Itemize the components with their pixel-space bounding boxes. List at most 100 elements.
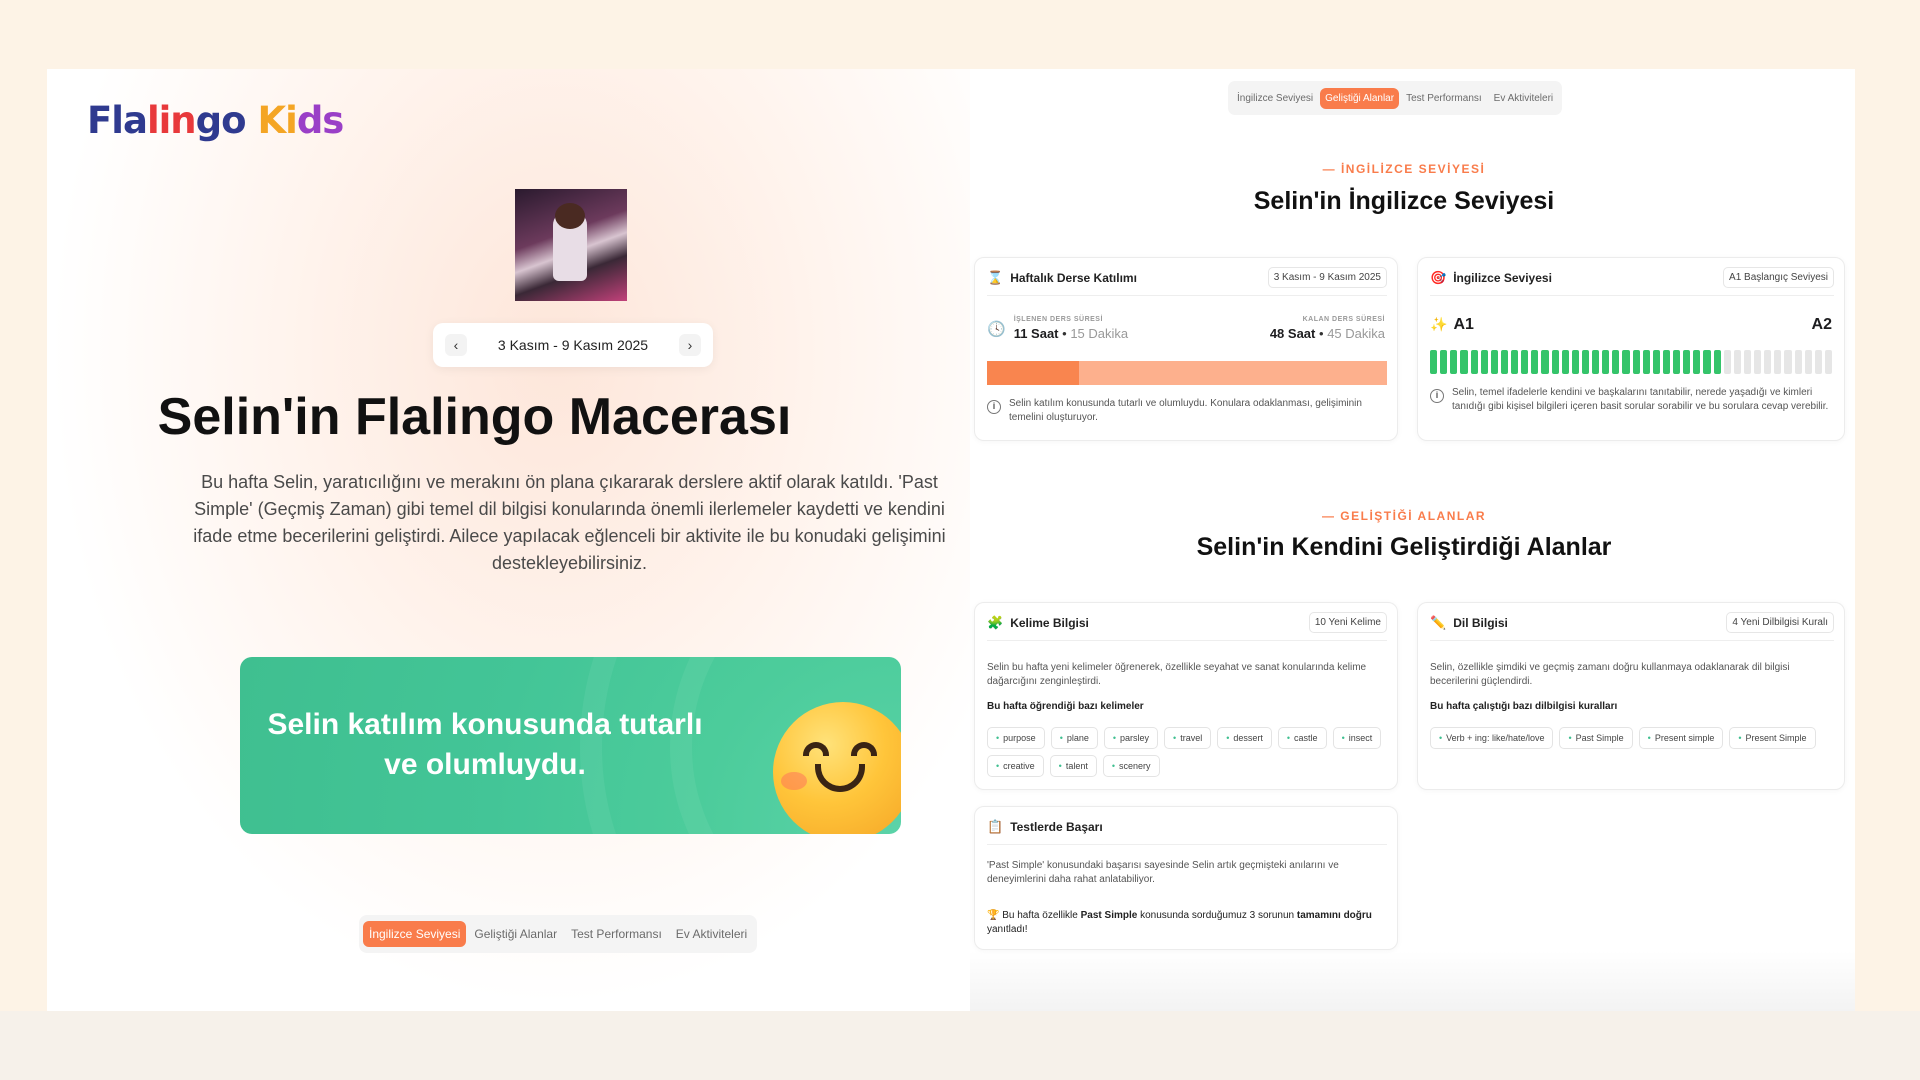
date-range-badge: 3 Kasım - 9 Kasım 2025 <box>1267 267 1387 288</box>
level-segment <box>1733 350 1741 374</box>
level-segment <box>1592 350 1600 374</box>
emoji-cheek <box>781 772 807 790</box>
tab-ingilizce-seviyesi[interactable]: İngilizce Seviyesi <box>363 921 467 947</box>
new-words-badge: 10 Yeni Kelime <box>1308 612 1387 633</box>
info-icon: i <box>1430 389 1444 403</box>
tab-ev-aktiviteleri[interactable]: Ev Aktiviteleri <box>1489 88 1558 109</box>
level-from: ✨ A1 <box>1430 316 1474 333</box>
attendance-progress-bar <box>987 361 1387 385</box>
section-tabs-top: İngilizce Seviyesi Geliştiği Alanlar Tes… <box>1228 81 1563 115</box>
bottom-fade <box>970 951 1855 1011</box>
level-segment <box>1814 350 1822 374</box>
level-segment <box>1632 350 1640 374</box>
remaining-duration: KALAN DERS SÜRESİ 48 Saat • 45 Dakika <box>1269 316 1385 341</box>
level-segment <box>1764 350 1772 374</box>
flalingo-kids-logo[interactable]: Flalingo Kids <box>87 99 344 142</box>
chevron-right-icon[interactable]: › <box>679 334 701 356</box>
vocab-description: Selin bu hafta yeni kelimeler öğrenerek,… <box>987 662 1367 687</box>
level-segment <box>1500 350 1508 374</box>
report-panel: İngilizce Seviyesi Geliştiği Alanlar Tes… <box>970 69 1855 1011</box>
english-level-card: 🎯 İngilizce Seviyesi A1 Başlangıç Seviyes… <box>1417 257 1845 441</box>
level-progress-bar <box>1430 350 1832 374</box>
word-chips: purpose plane parsley travel dessert cas… <box>987 727 1389 777</box>
feedback-banner: Selin katılım konusunda tutarlı ve oluml… <box>240 657 901 834</box>
level-note: i Selin, temel ifadelerle kendini ve baş… <box>1430 386 1832 414</box>
done-duration: 🕓 İŞLENEN DERS SÜRESİ 11 Saat • 15 Dakik… <box>987 316 1129 341</box>
level-segment <box>1460 350 1468 374</box>
card-title: Haftalık Derse Katılımı <box>1010 270 1137 285</box>
level-segment <box>1743 350 1751 374</box>
level-segment <box>1642 350 1650 374</box>
banner-text: Selin katılım konusunda tutarlı ve oluml… <box>267 708 703 781</box>
level-segment <box>1754 350 1762 374</box>
student-photo <box>515 189 627 301</box>
tests-card: 📋 Testlerde Başarı 'Past Simple' konusund… <box>974 806 1398 950</box>
target-icon: 🎯 <box>1430 269 1447 285</box>
level-segment <box>1581 350 1589 374</box>
vocab-sub-label: Bu hafta öğrendiği bazı kelimeler <box>987 701 1144 712</box>
done-hours: 11 Saat <box>1013 326 1059 341</box>
level-segment <box>1430 350 1438 374</box>
level-segment <box>1662 350 1670 374</box>
attendance-note: i Selin katılım konusunda tutarlı ve olu… <box>987 397 1385 425</box>
done-label: İŞLENEN DERS SÜRESİ <box>1013 316 1103 323</box>
level-segment <box>1521 350 1529 374</box>
level-segment <box>1612 350 1620 374</box>
word-chip: talent <box>1049 755 1097 777</box>
level-eyebrow: — İNGİLİZCE SEVİYESİ <box>1322 162 1486 176</box>
chevron-left-icon[interactable]: ‹ <box>445 334 467 356</box>
clipboard-icon: 📋 <box>987 818 1004 834</box>
card-header: 🎯 İngilizce Seviyesi A1 Başlangıç Seviyes… <box>1430 266 1834 296</box>
page-footer-band <box>0 1011 1920 1080</box>
remaining-hours: 48 Saat <box>1269 326 1316 341</box>
clock-icon: 🕓 <box>987 320 1006 338</box>
rule-chip: Present Simple <box>1729 727 1816 749</box>
level-segment <box>1784 350 1792 374</box>
tab-ev-aktiviteleri[interactable]: Ev Aktiviteleri <box>670 921 753 947</box>
grammar-sub-label: Bu hafta çalıştığı bazı dilbilgisi kural… <box>1430 701 1618 712</box>
remaining-minutes: 45 Dakika <box>1327 326 1385 341</box>
tab-gelistigi-alanlar[interactable]: Geliştiği Alanlar <box>1320 87 1400 109</box>
tab-test-performansi[interactable]: Test Performansı <box>565 921 668 947</box>
growth-section-title: Selin'in Kendini Geliştirdiği Alanlar <box>1196 533 1612 561</box>
card-header: ✏️ Dil Bilgisi 4 Yeni Dilbilgisi Kuralı <box>1430 611 1834 641</box>
word-chip: parsley <box>1103 727 1159 749</box>
intro-paragraph: Bu hafta Selin, yaratıcılığını ve merakı… <box>193 472 946 573</box>
tab-ingilizce-seviyesi[interactable]: İngilizce Seviyesi <box>1232 88 1318 109</box>
done-minutes: 15 Dakika <box>1070 326 1129 341</box>
grammar-card: ✏️ Dil Bilgisi 4 Yeni Dilbilgisi Kuralı S… <box>1417 602 1845 790</box>
level-segment <box>1794 350 1802 374</box>
level-segment <box>1652 350 1660 374</box>
word-chip: insect <box>1332 727 1382 749</box>
level-segment <box>1551 350 1559 374</box>
week-range-label: 3 Kasım - 9 Kasım 2025 <box>497 337 649 353</box>
card-title: Kelime Bilgisi <box>1010 615 1089 630</box>
card-header: 🧩 Kelime Bilgisi 10 Yeni Kelime <box>987 611 1387 641</box>
hourglass-icon: ⌛ <box>987 269 1004 285</box>
puzzle-icon: 🧩 <box>987 614 1004 630</box>
report-frame: Flalingo Kids ‹ 3 Kasım - 9 Kasım 2025 ›… <box>47 69 1855 1011</box>
info-icon: i <box>987 400 1001 414</box>
level-segment <box>1622 350 1630 374</box>
grammar-description: Selin, özellikle şimdiki ve geçmiş zaman… <box>1430 662 1790 687</box>
tests-result: 🏆 Bu hafta özellikle Past Simple konusun… <box>987 910 1372 935</box>
word-chip: purpose <box>987 727 1045 749</box>
level-segment <box>1673 350 1681 374</box>
level-segment <box>1450 350 1458 374</box>
word-chip: scenery <box>1102 755 1160 777</box>
growth-eyebrow: — GELİŞTİĞİ ALANLAR <box>1321 509 1487 523</box>
page-title: Selin'in Flalingo Macerası <box>157 388 792 446</box>
level-segment <box>1531 350 1539 374</box>
trophy-icon: 🏆 <box>987 910 1000 921</box>
emoji-mouth <box>815 764 865 792</box>
level-segment <box>1561 350 1569 374</box>
rule-chip: Present simple <box>1638 727 1724 749</box>
attendance-card: ⌛ Haftalık Derse Katılımı 3 Kasım - 9 Kas… <box>974 257 1398 441</box>
card-header: ⌛ Haftalık Derse Katılımı 3 Kasım - 9 Kas… <box>987 266 1387 296</box>
tests-description: 'Past Simple' konusundaki başarısı sayes… <box>987 860 1339 885</box>
level-segment <box>1541 350 1549 374</box>
level-segment <box>1804 350 1812 374</box>
tab-test-performansi[interactable]: Test Performansı <box>1401 88 1487 109</box>
level-segment <box>1440 350 1448 374</box>
tab-gelistigi-alanlar[interactable]: Geliştiği Alanlar <box>468 921 563 947</box>
